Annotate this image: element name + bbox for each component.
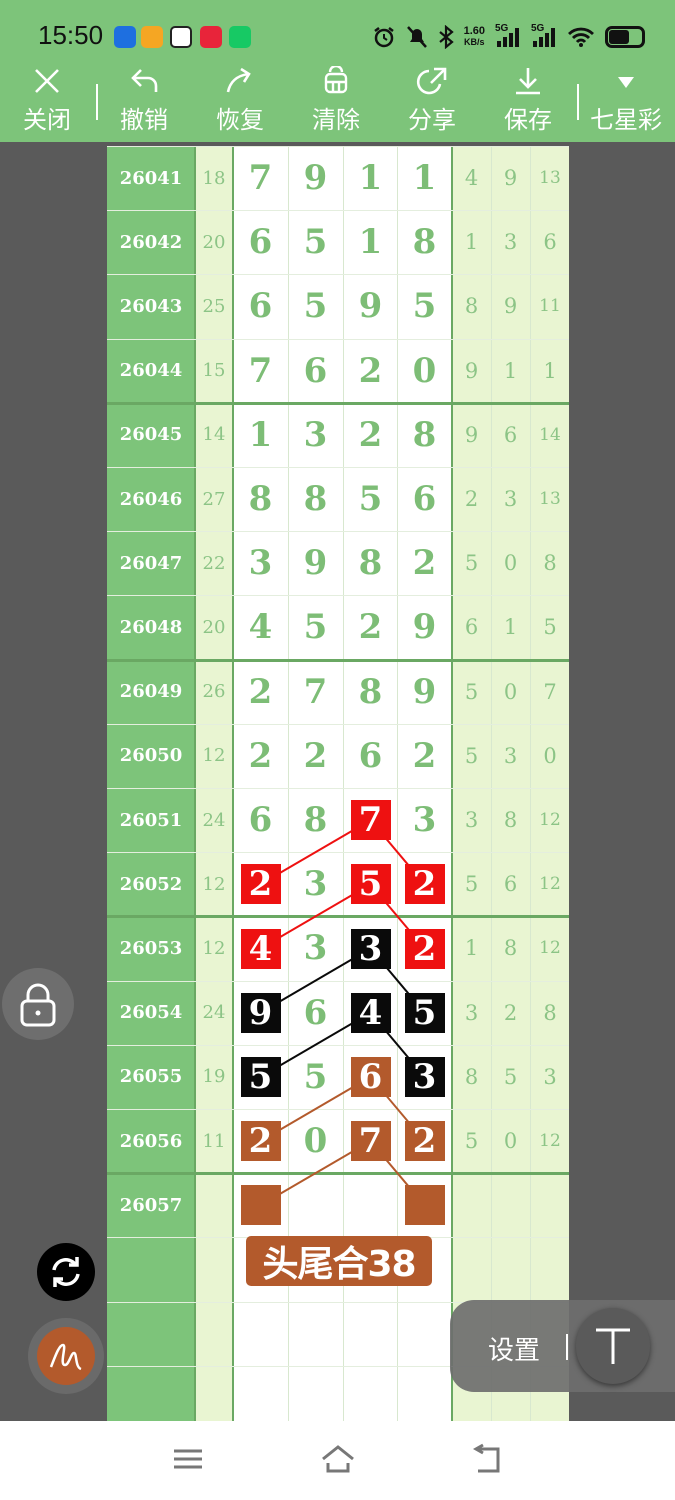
heart-app-icon [200, 26, 222, 48]
back-icon[interactable] [470, 1443, 504, 1475]
highlighted-digit[interactable]: 2 [240, 1121, 281, 1162]
video-app-icon [141, 26, 163, 48]
save-button[interactable]: 保存 [488, 66, 568, 135]
highlighted-digit[interactable]: 6 [350, 1056, 391, 1097]
undo-button[interactable]: 撤销 [104, 66, 184, 135]
highlighted-digit[interactable] [240, 1185, 281, 1226]
save-label: 保存 [504, 106, 552, 134]
phone-app-icon [229, 26, 251, 48]
trend-chart-grid[interactable]: 26041 18 7 9 1 1 4 9 13 26042 20 6 5 1 8 1 3 6 26043 25 6 5 9 5… [107, 146, 569, 1421]
highlighted-digit[interactable]: 9 [240, 992, 281, 1033]
pen-icon [49, 1343, 82, 1371]
close-label: 关闭 [23, 106, 71, 134]
pen-color[interactable] [37, 1327, 95, 1385]
text-tool-icon [596, 1328, 630, 1364]
text-tool-button[interactable] [576, 1308, 650, 1384]
highlighted-digit[interactable]: 2 [404, 864, 445, 905]
share-button[interactable]: 分享 [392, 66, 472, 135]
undo-label: 撤销 [120, 106, 168, 134]
undo-icon [131, 69, 158, 92]
highlighted-digit[interactable]: 5 [404, 992, 445, 1033]
highlighted-digit[interactable]: 7 [350, 800, 391, 841]
clear-label: 清除 [312, 106, 360, 134]
highlighted-digit[interactable]: 7 [350, 1121, 391, 1162]
wifi-icon [568, 27, 594, 47]
sync-icon [52, 1257, 80, 1287]
settings-button[interactable]: 设置 [488, 1330, 540, 1367]
menu-icon[interactable] [172, 1443, 204, 1475]
highlighted-digit[interactable]: 3 [350, 928, 391, 969]
highlighted-digit[interactable]: 2 [404, 1121, 445, 1162]
lock-button[interactable] [2, 968, 74, 1040]
highlighted-digit[interactable]: 5 [350, 864, 391, 905]
settings-panel: 设置 [450, 1300, 675, 1392]
bluetooth-icon [438, 25, 454, 49]
sync-button[interactable] [37, 1243, 95, 1301]
toolbar-divider [96, 84, 98, 120]
toolbar: 关闭 撤销 恢复 清除 分享 保存 七星彩 [0, 60, 675, 142]
highlighted-digit[interactable]: 2 [404, 928, 445, 969]
redo-icon [226, 67, 251, 93]
lock-icon [20, 983, 56, 1027]
dropdown-triangle-icon [618, 77, 634, 88]
settings-divider [566, 1334, 568, 1360]
highlighted-digit[interactable] [404, 1185, 445, 1226]
close-icon [35, 69, 59, 93]
clear-button[interactable]: 清除 [296, 66, 376, 135]
highlighted-digit[interactable]: 2 [240, 864, 281, 905]
highlighted-digit[interactable]: 5 [240, 1056, 281, 1097]
highlighted-digit[interactable]: 4 [350, 992, 391, 1033]
shield-app-icon [114, 26, 136, 48]
share-label: 分享 [408, 106, 456, 134]
status-time: 15:50 [38, 20, 104, 50]
signal-2-icon: 5G [531, 23, 557, 49]
lottery-label: 七星彩 [590, 106, 662, 134]
avatar-app-icon [170, 26, 192, 48]
battery-icon [605, 26, 645, 48]
home-icon[interactable] [320, 1443, 356, 1475]
redo-label: 恢复 [216, 106, 264, 134]
connection-lines [259, 819, 426, 1207]
status-indicators: 1.60 KB/s 5G 5G [372, 22, 645, 52]
alarm-icon [373, 27, 394, 48]
close-button[interactable]: 关闭 [7, 66, 87, 135]
share-icon [416, 67, 447, 95]
highlighted-digit[interactable]: 4 [240, 928, 281, 969]
annotation-badge: 头尾合38 [246, 1236, 432, 1286]
signal-1-icon: 5G [495, 23, 521, 49]
toolbar-divider [577, 84, 579, 120]
redo-button[interactable]: 恢复 [200, 66, 280, 135]
system-nav-bar [0, 1421, 675, 1500]
net-speed: 1.60 KB/s [463, 25, 485, 48]
pen-button[interactable] [28, 1318, 104, 1394]
mute-bell-icon [406, 26, 427, 48]
lottery-selector[interactable]: 七星彩 [586, 66, 666, 135]
highlighted-digit[interactable]: 3 [404, 1056, 445, 1097]
download-icon [516, 68, 540, 95]
eraser-icon [324, 66, 348, 94]
